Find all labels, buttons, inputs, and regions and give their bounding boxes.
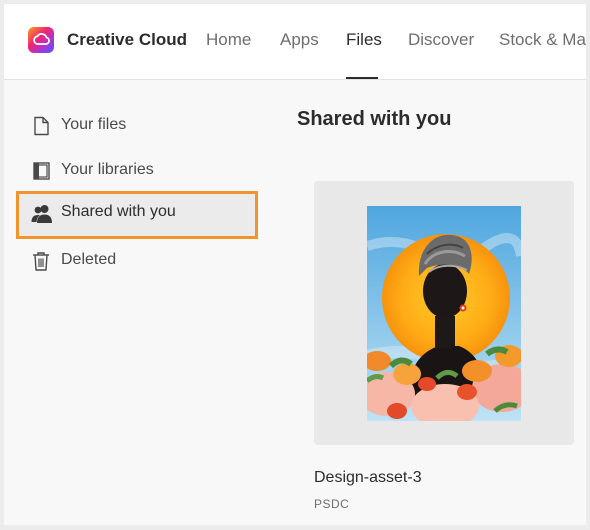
nav-discover[interactable]: Discover [408, 30, 474, 50]
active-tab-indicator [346, 77, 378, 79]
sidebar-item-label: Your libraries [61, 161, 154, 178]
sidebar-item-label: Deleted [61, 251, 117, 268]
sidebar-item-shared-with-you[interactable]: Shared with you [16, 191, 258, 239]
libraries-icon [30, 160, 52, 182]
file-thumbnail [367, 206, 521, 421]
top-navigation-bar: Creative Cloud Home Apps Files Discover … [4, 4, 586, 80]
file-card[interactable] [314, 181, 574, 445]
sidebar-item-your-files[interactable]: Your files [16, 104, 258, 148]
file-name[interactable]: Design-asset-3 [314, 469, 422, 487]
sidebar-item-deleted[interactable]: Deleted [16, 239, 258, 283]
file-icon [30, 115, 52, 137]
app-title[interactable]: Creative Cloud [67, 30, 187, 50]
nav-apps[interactable]: Apps [280, 30, 319, 50]
page-title: Shared with you [297, 108, 452, 130]
app-window: Creative Cloud Home Apps Files Discover … [4, 4, 586, 525]
nav-home[interactable]: Home [206, 30, 251, 50]
trash-icon [30, 250, 52, 272]
nav-stock-marketplace[interactable]: Stock & Mar [499, 30, 586, 50]
sidebar-item-label: Shared with you [61, 203, 176, 220]
file-type-label: PSDC [314, 497, 350, 511]
sidebar-item-your-libraries[interactable]: Your libraries [16, 149, 258, 193]
sidebar-item-label: Your files [61, 116, 127, 133]
creative-cloud-logo-icon[interactable] [28, 27, 54, 53]
nav-files[interactable]: Files [346, 30, 382, 50]
shared-users-icon [30, 202, 52, 224]
